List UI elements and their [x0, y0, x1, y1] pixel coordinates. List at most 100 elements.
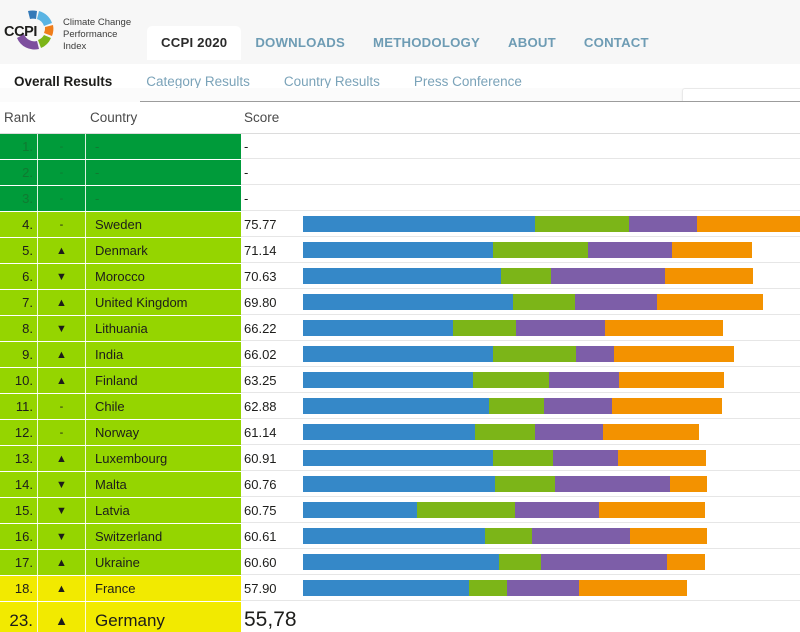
bar-segment-climate-policy [657, 294, 763, 310]
cell-score: 66.22 [241, 316, 299, 341]
cell-country: Switzerland [86, 524, 241, 549]
table-row[interactable]: 11. - Chile 62.88 [0, 394, 800, 420]
table-row[interactable]: 14. ▼ Malta 60.76 [0, 472, 800, 498]
tab-overall-results[interactable]: Overall Results [14, 74, 134, 89]
cell-score: 60.75 [241, 498, 299, 523]
arrow-up-icon: ▲ [38, 550, 86, 575]
arrow-up-icon: ▲ [38, 368, 86, 393]
nav-item-downloads[interactable]: DOWNLOADS [241, 26, 359, 60]
cell-country: Latvia [86, 498, 241, 523]
cell-score-bar [299, 576, 800, 601]
cell-country: - [86, 186, 241, 211]
bar-segment-climate-policy [614, 346, 734, 362]
stacked-bar [303, 268, 753, 284]
table-row[interactable]: 13. ▲ Luxembourg 60.91 [0, 446, 800, 472]
bar-segment-renewable-energy [417, 502, 515, 518]
table-row[interactable]: 6. ▼ Morocco 70.63 [0, 264, 800, 290]
bar-segment-renewable-energy [501, 268, 551, 284]
cell-score-bar [331, 602, 800, 632]
cell-country: - [86, 160, 241, 185]
bar-segment-renewable-energy [489, 398, 544, 414]
cell-score: 60.60 [241, 550, 299, 575]
bar-segment-climate-policy [603, 424, 699, 440]
bar-segment-energy-use [553, 450, 618, 466]
table-row[interactable]: 9. ▲ India 66.02 [0, 342, 800, 368]
bar-segment-energy-use [515, 502, 599, 518]
nav-item-about[interactable]: ABOUT [494, 26, 570, 60]
table-row[interactable]: 5. ▲ Denmark 71.14 [0, 238, 800, 264]
bar-segment-climate-policy [605, 320, 723, 336]
stacked-bar [303, 476, 707, 492]
cell-country: Luxembourg [86, 446, 241, 471]
main-navigation: CCPI 2020 DOWNLOADS METHODOLOGY ABOUT CO… [147, 0, 663, 60]
table-row[interactable]: 2. - - - [0, 160, 800, 186]
tab-press-conference[interactable]: Press Conference [414, 74, 544, 89]
table-row[interactable]: 7. ▲ United Kingdom 69.80 [0, 290, 800, 316]
bar-segment-climate-policy [618, 450, 706, 466]
stacked-bar [303, 528, 707, 544]
bar-segment-climate-policy [672, 242, 752, 258]
nav-item-ccpi-2020[interactable]: CCPI 2020 [147, 26, 242, 60]
tab-category-results[interactable]: Category Results [146, 74, 272, 89]
cell-country: Norway [86, 420, 241, 445]
cell-country: Finland [86, 368, 241, 393]
logo-line-2: Performance [63, 28, 118, 40]
bar-segment-climate-policy [697, 216, 800, 232]
bar-segment-energy-use [575, 294, 657, 310]
arrow-up-icon: ▲ [38, 602, 86, 632]
cell-rank: 5. [0, 238, 38, 263]
table-row[interactable]: 10. ▲ Finland 63.25 [0, 368, 800, 394]
cell-score-bar [299, 134, 800, 159]
cell-score: 61.14 [241, 420, 299, 445]
bar-segment-renewable-energy [469, 580, 507, 596]
nav-item-methodology[interactable]: METHODOLOGY [359, 26, 494, 60]
cell-score: 66.02 [241, 342, 299, 367]
cell-score: 69.80 [241, 290, 299, 315]
cell-score-bar [299, 420, 800, 445]
logo-wordmark: Climate Change Performance Index [60, 9, 131, 54]
bar-segment-climate-policy [612, 398, 722, 414]
floating-panel-edge[interactable] [682, 88, 800, 102]
table-row[interactable]: 17. ▲ Ukraine 60.60 [0, 550, 800, 576]
arrow-down-icon: ▼ [38, 316, 86, 341]
stacked-bar [303, 502, 705, 518]
bar-segment-ghg-emissions [303, 346, 493, 362]
table-row[interactable]: 12. - Norway 61.14 [0, 420, 800, 446]
table-row[interactable]: 15. ▼ Latvia 60.75 [0, 498, 800, 524]
cell-score: 60.91 [241, 446, 299, 471]
table-row[interactable]: 3. - - - [0, 186, 800, 212]
cell-country: United Kingdom [86, 290, 241, 315]
bar-segment-renewable-energy [493, 346, 576, 362]
cell-rank: 11. [0, 394, 38, 419]
site-logo[interactable]: CCPI Climate Change Performance Index [0, 0, 135, 56]
bar-segment-energy-use [555, 476, 670, 492]
cell-score-bar [299, 212, 800, 237]
cell-score-bar [299, 498, 800, 523]
bar-segment-renewable-energy [493, 450, 553, 466]
bar-segment-climate-policy [667, 554, 705, 570]
table-row[interactable]: 8. ▼ Lithuania 66.22 [0, 316, 800, 342]
cell-score-bar [299, 394, 800, 419]
bar-segment-renewable-energy [453, 320, 516, 336]
arrow-up-icon: ▲ [38, 342, 86, 367]
bar-segment-energy-use [535, 424, 603, 440]
table-row[interactable]: 1. - - - [0, 134, 800, 160]
tab-country-results[interactable]: Country Results [284, 74, 402, 89]
stacked-bar [303, 554, 705, 570]
cell-score: 60.76 [241, 472, 299, 497]
arrow-up-icon: ▲ [38, 290, 86, 315]
table-row[interactable]: 23. ▲ Germany 55,78 [0, 602, 800, 632]
table-row[interactable]: 18. ▲ France 57.90 [0, 576, 800, 602]
column-header-score: Score [244, 110, 280, 125]
bar-segment-energy-use [532, 528, 630, 544]
bar-segment-ghg-emissions [303, 424, 475, 440]
cell-score: 62.88 [241, 394, 299, 419]
nav-item-contact[interactable]: CONTACT [570, 26, 663, 60]
cell-score: 70.63 [241, 264, 299, 289]
bar-segment-energy-use [576, 346, 614, 362]
table-row[interactable]: 4. - Sweden 75.77 [0, 212, 800, 238]
bar-segment-renewable-energy [473, 372, 549, 388]
cell-score: - [241, 186, 299, 211]
stacked-bar [303, 398, 722, 414]
table-row[interactable]: 16. ▼ Switzerland 60.61 [0, 524, 800, 550]
